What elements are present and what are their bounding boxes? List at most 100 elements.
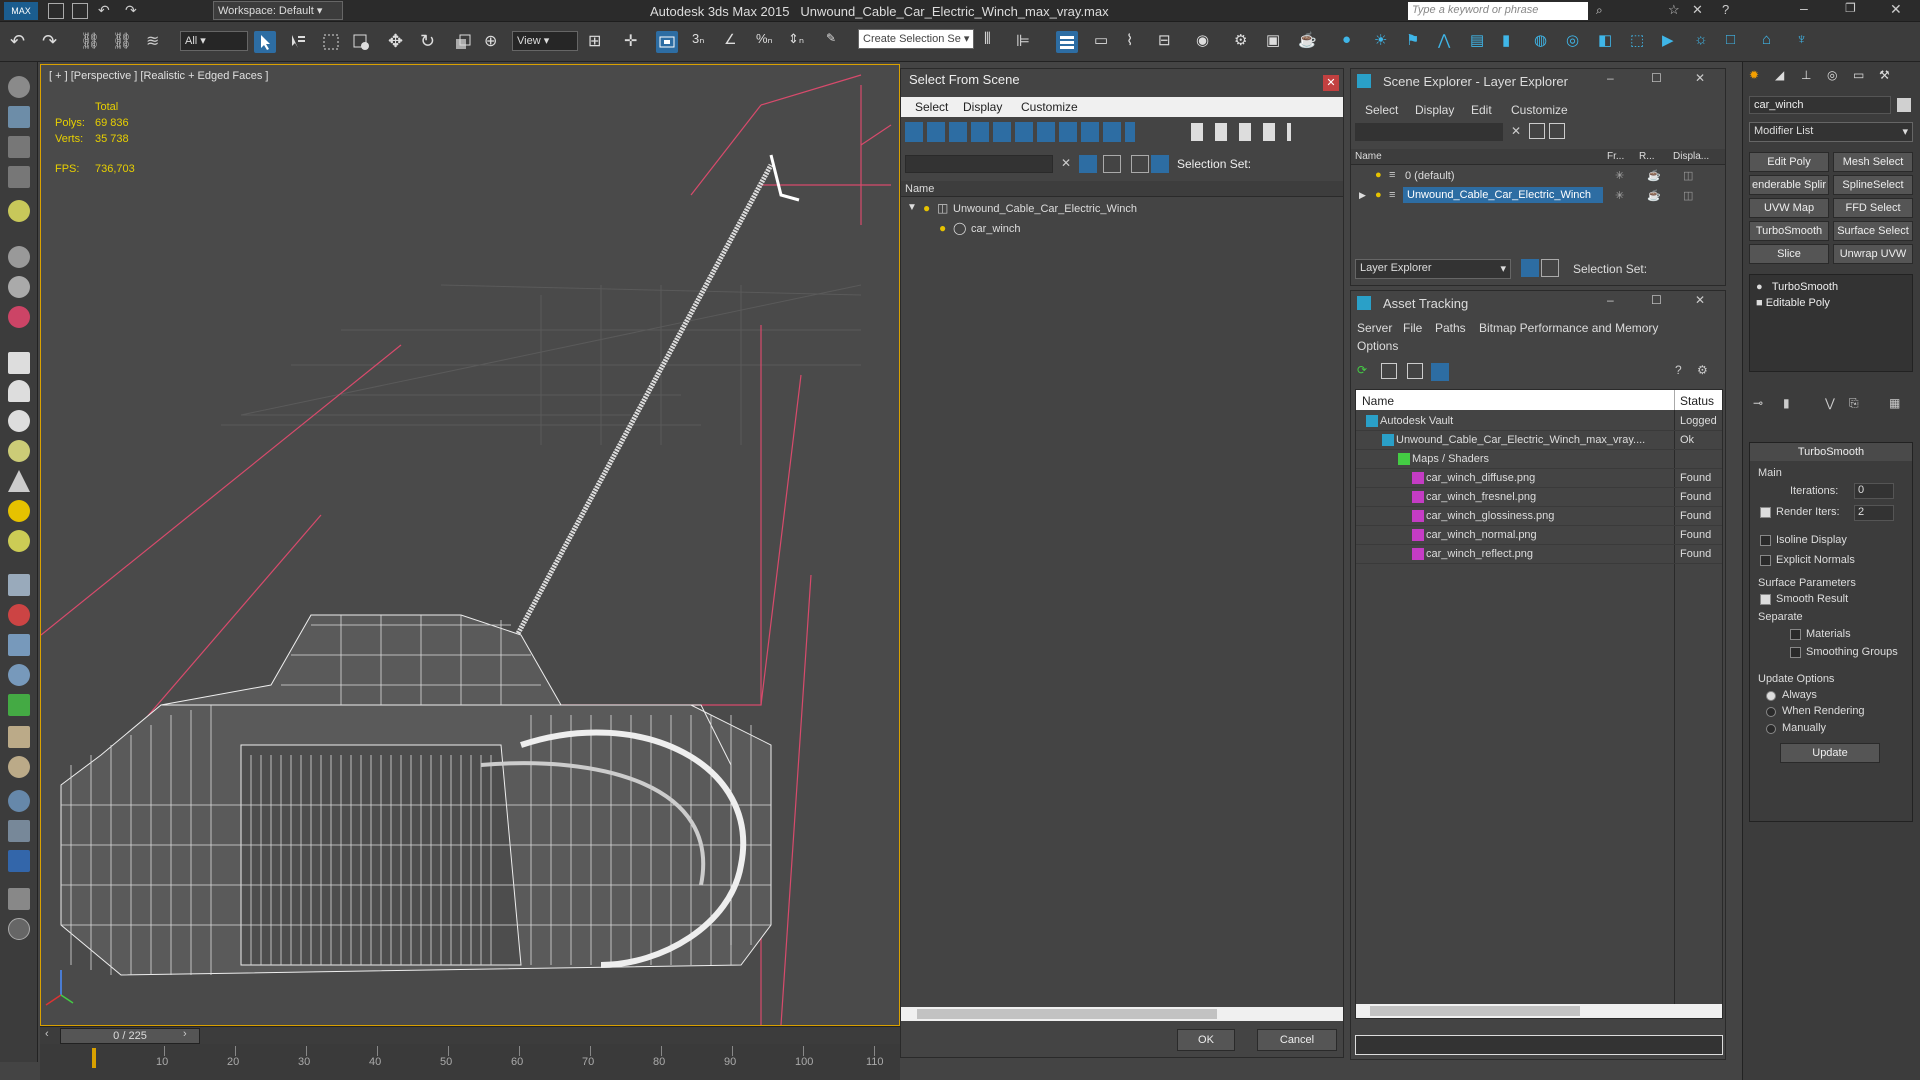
layer-manager-icon[interactable] [1521, 259, 1539, 277]
plane-icon[interactable] [8, 106, 30, 128]
prev-frame-icon[interactable]: ‹ [45, 1028, 49, 1040]
sphere-icon[interactable] [8, 410, 30, 432]
menu-edit[interactable]: Edit [1471, 103, 1492, 117]
mirror-icon[interactable]: ⫴ [984, 31, 1006, 53]
lightbulb-icon[interactable]: ● [1756, 281, 1763, 293]
modifier-stack[interactable]: ● TurboSmooth ■ Editable Poly [1749, 274, 1913, 372]
angle-snap-icon[interactable]: ∠ [724, 31, 746, 53]
show-end-result-icon[interactable]: ▮ [1783, 396, 1790, 410]
render-iters-spinner[interactable]: 2 [1854, 505, 1894, 521]
render-production-icon[interactable]: ☕ [1298, 31, 1320, 53]
modifier-button[interactable]: FFD Select [1833, 198, 1913, 218]
star-icon[interactable]: ☆ [1668, 2, 1680, 18]
modifier-button[interactable]: Slice [1749, 244, 1829, 264]
materials-checkbox[interactable] [1790, 629, 1801, 640]
freeze-icon[interactable]: ✳ [1615, 189, 1624, 202]
close-icon[interactable]: ✕ [1695, 71, 1705, 85]
time-slider[interactable]: ‹ 0 / 225 › [40, 1026, 900, 1044]
create-tab-icon[interactable]: ✹ [1749, 68, 1759, 82]
menu-server[interactable]: Server [1357, 321, 1392, 335]
menu-file[interactable]: File [1403, 321, 1422, 335]
particle-icon[interactable] [8, 306, 30, 328]
list-options-icons[interactable] [1191, 123, 1291, 141]
find-input[interactable] [1355, 123, 1503, 141]
vray-frame-buffer-icon[interactable]: ◧ [1598, 31, 1620, 53]
binoculars-icon[interactable]: ⌕ [1596, 3, 1603, 18]
smoothing-groups-checkbox[interactable] [1790, 647, 1801, 658]
column-name[interactable]: Name [1355, 151, 1382, 162]
hierarchy-icon[interactable] [1103, 155, 1121, 173]
menu-select[interactable]: Select [915, 100, 948, 114]
vray-render-icon[interactable]: ⬚ [1630, 31, 1652, 53]
rendered-frame-icon[interactable]: ▣ [1266, 31, 1288, 53]
menu-display[interactable]: Display [963, 100, 1002, 114]
cloth-icon[interactable] [8, 756, 30, 778]
rect-selection-icon[interactable] [320, 31, 342, 53]
maximize-icon[interactable]: ☐ [1651, 71, 1662, 85]
find-input[interactable] [905, 155, 1053, 173]
column-name[interactable]: Name [1362, 394, 1394, 408]
close-icon[interactable]: ✕ [1890, 1, 1902, 18]
grid-icon[interactable] [8, 166, 30, 188]
update-button[interactable]: Update [1780, 743, 1880, 763]
column-name[interactable]: Name [905, 183, 934, 195]
vray-region-icon[interactable]: □ [1726, 31, 1748, 53]
link-icon[interactable]: ⛓ [80, 31, 102, 53]
menu-customize[interactable]: Customize [1511, 103, 1568, 117]
display-tab-icon[interactable]: ▭ [1853, 68, 1864, 82]
select-object-icon[interactable] [254, 31, 276, 53]
asset-row[interactable]: car_winch_glossiness.png Found [1356, 507, 1722, 526]
modifier-list-dropdown[interactable]: Modifier List ▾ [1749, 122, 1913, 142]
make-unique-icon[interactable]: ⋁ [1825, 396, 1835, 410]
modifier-button[interactable]: SplineSelect [1833, 175, 1913, 195]
asset-row[interactable]: car_winch_fresnel.png Found [1356, 488, 1722, 507]
help-icon[interactable]: ? [1675, 363, 1682, 377]
window-crossing-icon[interactable] [350, 31, 372, 53]
redo-icon[interactable]: ↷ [125, 2, 137, 19]
asset-row[interactable]: car_winch_normal.png Found [1356, 526, 1722, 545]
vray-camera-icon[interactable]: ◎ [1566, 31, 1588, 53]
place-icon[interactable]: ⊕ [484, 31, 506, 53]
menu-customize[interactable]: Customize [1021, 100, 1078, 114]
create-shape-icon[interactable] [8, 76, 30, 98]
biped-icon[interactable] [8, 634, 30, 656]
edit-named-selection-icon[interactable]: ✎ [826, 31, 848, 53]
asset-list[interactable]: Name Status Autodesk Vault Logged Unwound_… [1355, 389, 1723, 1019]
remove-modifier-icon[interactable]: ⎘ [1849, 396, 1859, 411]
bind-spacewarp-icon[interactable]: ≋ [146, 31, 168, 53]
layer-row-winch[interactable]: ▶ ● ≡ Unwound_Cable_Car_Electric_Winch ✳… [1351, 187, 1725, 206]
explicit-normals-checkbox[interactable] [1760, 555, 1771, 566]
render-iters-checkbox[interactable] [1760, 507, 1771, 518]
settings-icon[interactable]: ⚙ [1697, 363, 1708, 377]
select-manipulate-icon[interactable]: ✛ [624, 31, 646, 53]
refresh-icon[interactable]: ⟳ [1357, 363, 1373, 379]
vray-export-icon[interactable]: ▶ [1662, 31, 1684, 53]
lightbulb-icon[interactable]: ● [1375, 169, 1382, 181]
close-x-icon[interactable]: ✕ [1692, 2, 1703, 18]
perspective-viewport[interactable]: [ + ] [Perspective ] [Realistic + Edged … [40, 64, 900, 1026]
select-by-name-icon[interactable] [286, 31, 308, 53]
when-rendering-radio[interactable] [1766, 707, 1776, 717]
column-frozen[interactable]: Fr... [1607, 151, 1624, 162]
asset-row[interactable]: Maps / Shaders [1356, 450, 1722, 469]
close-icon[interactable]: ✕ [1695, 293, 1705, 307]
display-icon[interactable]: ◫ [1683, 189, 1693, 202]
horizontal-scrollbar[interactable] [1356, 1004, 1722, 1018]
stairs-icon[interactable] [8, 574, 30, 596]
iterations-spinner[interactable]: 0 [1854, 483, 1894, 499]
frame-indicator[interactable]: 0 / 225 [60, 1028, 200, 1044]
configure-sets-icon[interactable]: ▦ [1889, 396, 1900, 410]
open-icon[interactable] [48, 3, 64, 19]
asset-row[interactable]: car_winch_diffuse.png Found [1356, 469, 1722, 488]
schematic-view-icon[interactable]: ⊟ [1158, 31, 1180, 53]
modifier-button[interactable]: enderable Splir [1749, 175, 1829, 195]
unlink-icon[interactable]: ⛓ [112, 31, 134, 53]
bone-icon[interactable] [8, 604, 30, 626]
pin-stack-icon[interactable]: ⊸ [1753, 396, 1763, 410]
layer-icon[interactable] [1131, 155, 1149, 173]
light-icon[interactable] [8, 200, 30, 222]
vray-light-icon[interactable]: ● [1342, 31, 1364, 53]
gear-icon[interactable] [8, 664, 30, 686]
curve-editor-icon[interactable]: ⌇ [1126, 31, 1148, 53]
render-teapot-icon[interactable]: ☕ [1647, 189, 1661, 202]
